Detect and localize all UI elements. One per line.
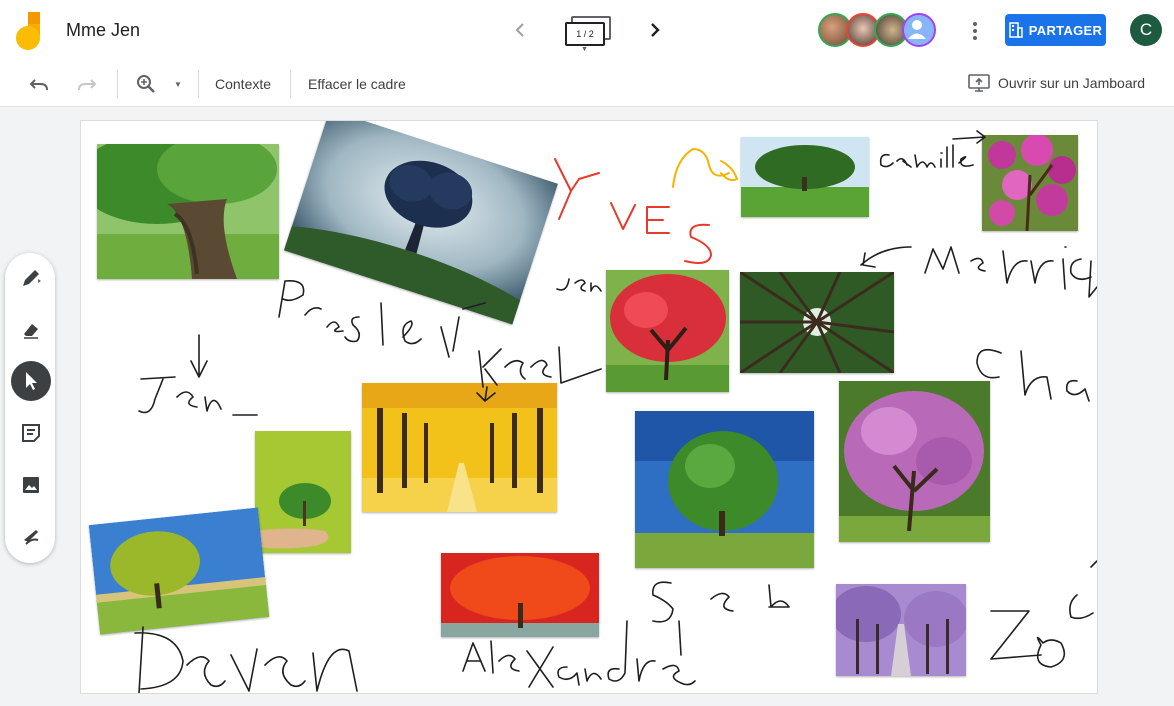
share-building-icon xyxy=(1009,22,1023,38)
undo-button[interactable] xyxy=(27,72,51,96)
eraser-tool-button[interactable] xyxy=(11,309,51,349)
purple-redbud-tree-photo[interactable] xyxy=(839,381,990,542)
share-button[interactable]: PARTAGER xyxy=(1005,14,1106,46)
toolbar-divider xyxy=(117,70,118,98)
chevron-right-icon xyxy=(651,23,660,37)
caret-down-icon: ▼ xyxy=(581,46,588,53)
redo-button[interactable] xyxy=(75,72,99,96)
top-bar: Mme Jen 1 / 2 ▼ PARTAGER C xyxy=(0,0,1174,63)
zoom-dropdown-icon[interactable]: ▼ xyxy=(166,72,190,96)
image-tool-button[interactable] xyxy=(11,465,51,505)
toolbar-divider xyxy=(290,70,291,98)
oak-tree-photo[interactable] xyxy=(97,144,279,279)
board-title[interactable]: Mme Jen xyxy=(66,20,140,41)
jamboard-logo-icon[interactable] xyxy=(16,12,44,50)
red-maple-tree-photo[interactable] xyxy=(606,270,729,392)
handwriting-arrow-yellow xyxy=(672,148,738,188)
green-field-tree-photo[interactable] xyxy=(741,137,869,217)
frame-counter: 1 / 2 xyxy=(565,22,605,46)
collaborator-avatar[interactable] xyxy=(902,13,936,47)
red-autumn-tree-photo[interactable] xyxy=(441,553,599,637)
forest-canopy-photo[interactable] xyxy=(740,272,894,373)
laser-tool-button[interactable] xyxy=(11,517,51,557)
sprout-in-hands-photo[interactable] xyxy=(255,431,351,553)
context-button[interactable]: Contexte xyxy=(215,76,271,92)
sticky-note-icon xyxy=(22,424,40,442)
clear-frame-button[interactable]: Effacer le cadre xyxy=(308,76,406,92)
person-icon xyxy=(908,20,926,39)
previous-frame-button[interactable] xyxy=(508,18,532,42)
next-frame-button[interactable] xyxy=(643,18,667,42)
user-avatar[interactable]: C xyxy=(1130,14,1162,46)
more-options-button[interactable] xyxy=(965,18,985,44)
zoom-button[interactable] xyxy=(134,72,158,96)
chevron-left-icon xyxy=(515,23,524,37)
redo-icon xyxy=(78,79,97,91)
pen-tool-button[interactable] xyxy=(11,258,51,298)
undo-icon xyxy=(29,79,48,91)
open-jamboard-label: Ouvrir sur un Jamboard xyxy=(998,75,1146,91)
laser-pointer-icon xyxy=(24,530,39,545)
select-tool-button[interactable] xyxy=(11,361,51,401)
toolbar-divider xyxy=(198,70,199,98)
open-in-jamboard-button[interactable]: Ouvrir sur un Jamboard xyxy=(968,74,1145,92)
pink-magnolia-photo[interactable] xyxy=(982,135,1078,231)
cast-screen-icon xyxy=(968,74,990,92)
handwriting-yves xyxy=(554,158,712,264)
yellow-avenue-photo[interactable] xyxy=(362,383,557,512)
jacaranda-avenue-photo[interactable] xyxy=(836,584,966,676)
sticky-note-tool-button[interactable] xyxy=(11,413,51,453)
image-icon xyxy=(23,477,39,493)
frame-bar-toggle[interactable]: 1 / 2 ▼ xyxy=(565,16,611,53)
yellow-green-tree-photo[interactable] xyxy=(88,507,270,635)
pen-icon xyxy=(23,270,41,286)
zoom-in-icon xyxy=(137,75,155,93)
cursor-arrow-icon xyxy=(26,372,37,390)
green-tree-blue-sky-photo[interactable] xyxy=(635,411,814,568)
toolbar: ▼ Contexte Effacer le cadre Ouvrir sur u… xyxy=(0,62,1174,107)
whiteboard-canvas[interactable] xyxy=(81,121,1097,693)
eraser-icon xyxy=(24,324,38,339)
share-label: PARTAGER xyxy=(1028,22,1103,38)
tool-palette xyxy=(5,253,55,563)
moon-tree-photo[interactable] xyxy=(284,121,558,325)
